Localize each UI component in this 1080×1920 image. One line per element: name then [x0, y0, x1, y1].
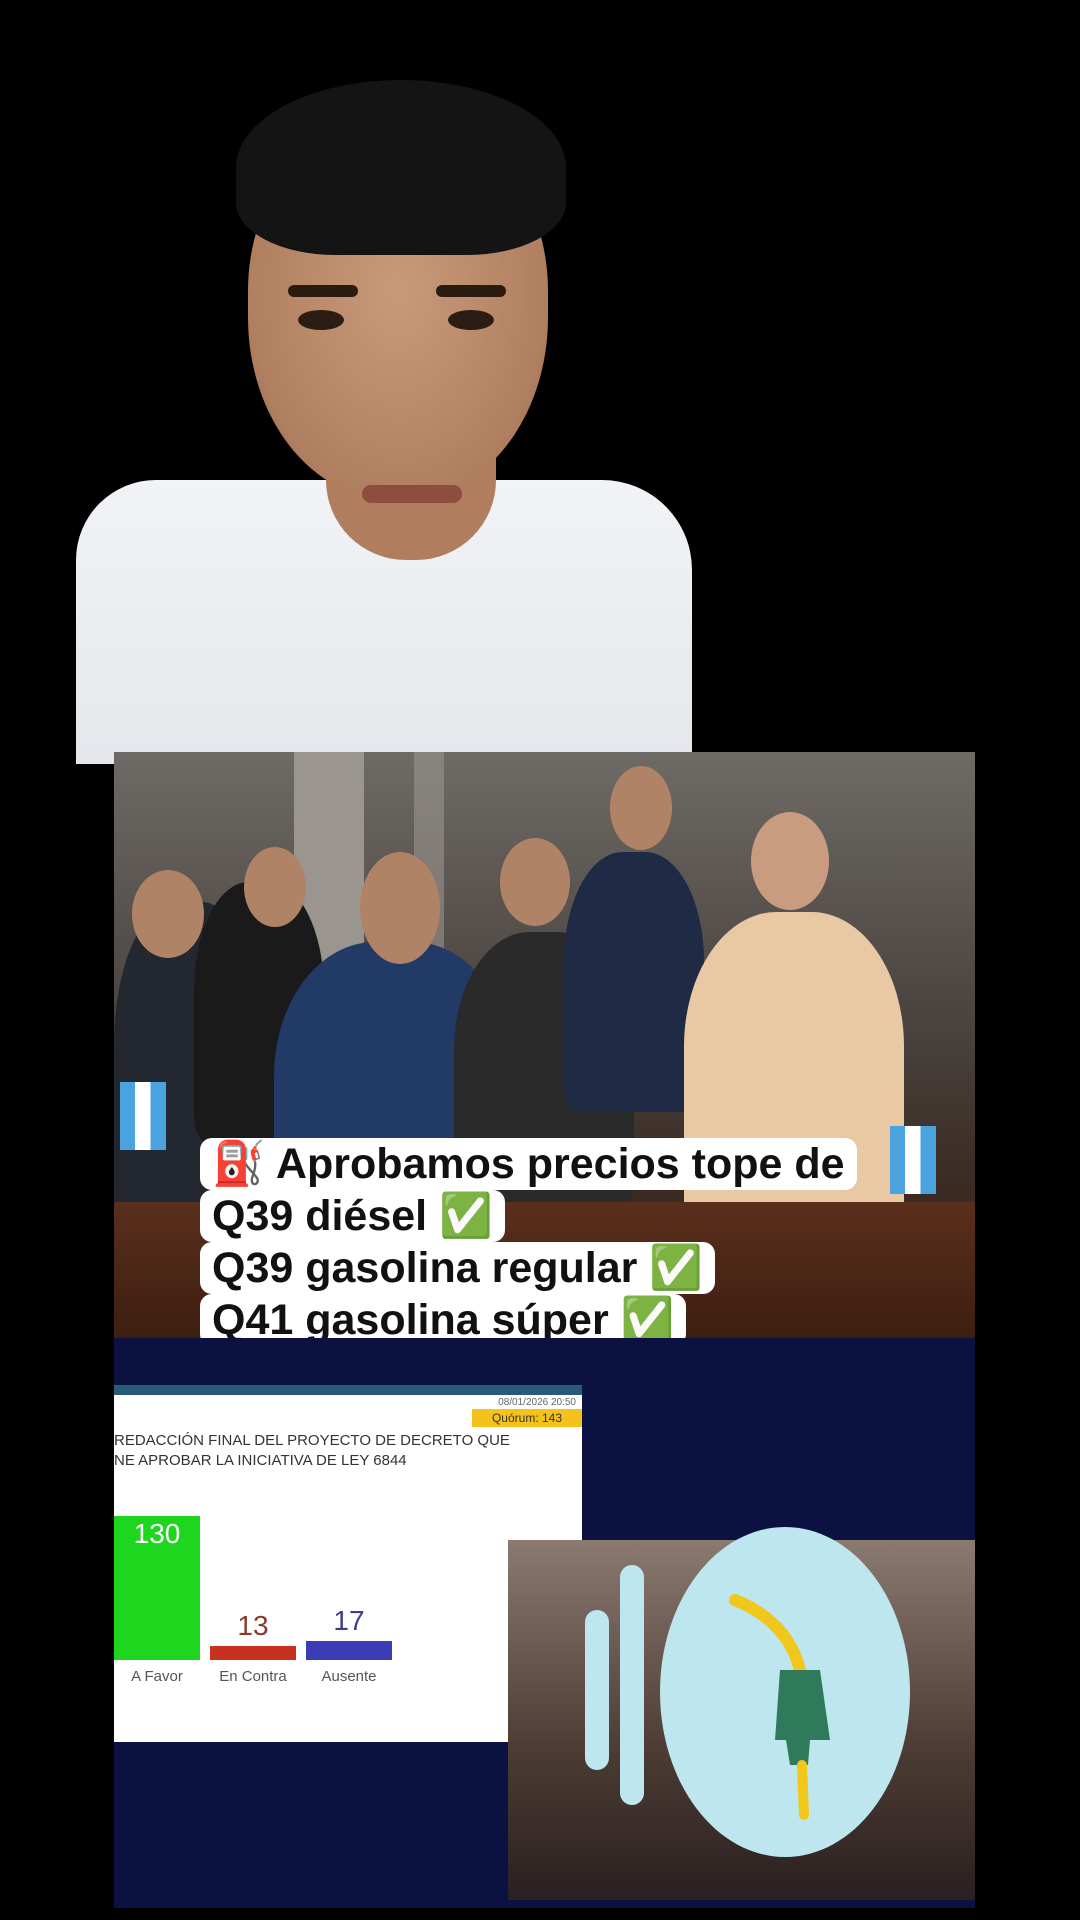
vote-label: Ausente — [321, 1668, 377, 1685]
arc-decoration — [620, 1565, 644, 1805]
fuel-nozzle-icon — [729, 1594, 830, 1820]
person-head — [500, 838, 570, 926]
check-icon: ✅ — [637, 1244, 703, 1292]
caption-text: Q39 diésel — [212, 1192, 428, 1240]
flag-left — [120, 1082, 166, 1150]
vote-timestamp: 08/01/2026 20:50 — [498, 1397, 576, 1408]
vote-bar — [306, 1641, 392, 1660]
vote-board-header — [114, 1385, 582, 1395]
caption-overlay: ⛽ Aprobamos precios tope de Q39 diésel ✅ Q… — [200, 1138, 900, 1346]
presenter-hair — [236, 80, 566, 255]
presenter-eye-left — [298, 310, 344, 330]
vote-value: 130 — [133, 1518, 181, 1549]
speaker-head — [360, 852, 440, 964]
caption-text: Q41 gasolina súper — [212, 1296, 609, 1344]
caption-line-text: ⛽ Aprobamos precios tope de — [200, 1138, 857, 1190]
caption-line: Q39 gasolina regular ✅ — [200, 1242, 900, 1294]
presenter-brow-right — [436, 285, 506, 297]
caption-line-text: Q39 diésel ✅ — [200, 1190, 505, 1242]
person — [564, 852, 704, 1112]
person-head — [132, 870, 204, 958]
quorum-badge: Quórum: 143 — [472, 1409, 582, 1427]
person-head — [244, 847, 306, 927]
motion-line: NE APROBAR LA INICIATIVA DE LEY 6844 — [114, 1452, 407, 1469]
presenter-brow-left — [288, 285, 358, 297]
motion-title: REDACCIÓN FINAL DEL PROYECTO DE DECRETO … — [114, 1431, 510, 1471]
fuel-pump-icon: ⛽ — [212, 1140, 276, 1188]
caption-text: Aprobamos precios tope de — [275, 1140, 845, 1188]
vote-label: A Favor — [131, 1668, 183, 1685]
presenter-eye-right — [448, 310, 494, 330]
vote-label: En Contra — [219, 1668, 287, 1685]
motion-line: REDACCIÓN FINAL DEL PROYECTO DE DECRETO … — [114, 1432, 510, 1449]
caption-line-text: Q39 gasolina regular ✅ — [200, 1242, 715, 1294]
caption-text: Q39 gasolina regular — [212, 1244, 638, 1292]
vote-value: 13 — [237, 1610, 269, 1641]
vote-value: 17 — [333, 1605, 365, 1636]
presenter-photo — [76, 80, 692, 764]
arc-decoration — [585, 1610, 609, 1770]
presenter-mouth — [362, 485, 462, 503]
caption-line: ⛽ Aprobamos precios tope de — [200, 1138, 900, 1190]
caption-line: Q39 diésel ✅ — [200, 1190, 900, 1242]
check-icon: ✅ — [608, 1296, 675, 1344]
check-icon: ✅ — [427, 1192, 493, 1240]
person-head — [610, 766, 672, 850]
vote-bar — [210, 1646, 296, 1660]
person-head — [751, 812, 829, 910]
